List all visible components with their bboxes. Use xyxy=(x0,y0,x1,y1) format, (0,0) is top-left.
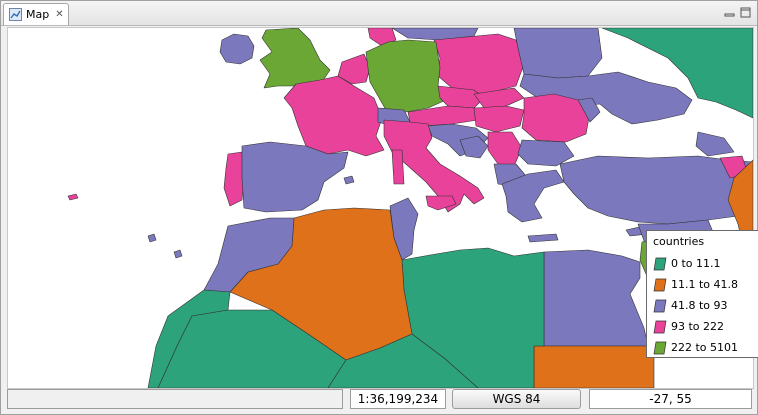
legend-swatch-icon xyxy=(653,299,667,312)
coordinate-readout: -27, 55 xyxy=(589,389,752,409)
country-great-britain[interactable] xyxy=(259,28,331,89)
tab-map-label: Map xyxy=(26,8,50,21)
legend-label: 11.1 to 41.8 xyxy=(671,278,739,291)
country-portugal[interactable] xyxy=(223,151,245,207)
legend-swatch-icon xyxy=(653,278,667,291)
map-legend: countries 0 to 11.1 11.1 to 41.8 41.8 to… xyxy=(646,230,758,358)
island-sardinia[interactable] xyxy=(391,149,405,185)
country-sudan[interactable] xyxy=(533,345,655,388)
country-hungary[interactable] xyxy=(473,105,525,133)
status-message xyxy=(7,389,343,409)
minimize-icon[interactable] xyxy=(724,7,735,18)
country-georgia[interactable] xyxy=(695,131,735,157)
legend-swatch-icon xyxy=(653,320,667,333)
tab-map[interactable]: Map ✕ xyxy=(3,3,69,25)
country-france[interactable] xyxy=(283,75,385,157)
tab-bar: Map ✕ xyxy=(1,1,757,26)
country-bulgaria[interactable] xyxy=(517,139,575,167)
island-canary-2[interactable] xyxy=(173,249,183,259)
legend-label: 0 to 11.1 xyxy=(671,257,721,270)
island-balearic[interactable] xyxy=(343,175,355,185)
legend-title: countries xyxy=(653,235,705,248)
country-belarus[interactable] xyxy=(513,28,603,79)
country-poland[interactable] xyxy=(433,33,525,95)
legend-item: 93 to 222 xyxy=(653,316,758,337)
map-canvas[interactable] xyxy=(7,27,754,389)
legend-item: 0 to 11.1 xyxy=(653,253,758,274)
close-icon[interactable]: ✕ xyxy=(55,9,63,20)
island-madeira[interactable] xyxy=(67,193,79,201)
map-icon xyxy=(9,8,22,21)
country-serbia[interactable] xyxy=(487,131,523,167)
legend-label: 222 to 5101 xyxy=(671,341,739,354)
maximize-icon[interactable] xyxy=(740,7,751,18)
legend-label: 41.8 to 93 xyxy=(671,299,728,312)
island-canary[interactable] xyxy=(147,233,157,243)
country-germany[interactable] xyxy=(365,39,447,113)
island-crete[interactable] xyxy=(527,233,559,243)
legend-item: 11.1 to 41.8 xyxy=(653,274,758,295)
map-window: Map ✕ countries 0 to 11.1 11.1 to 41.8 4… xyxy=(0,0,758,415)
country-ireland[interactable] xyxy=(219,33,255,65)
legend-swatch-icon xyxy=(653,341,667,354)
legend-label: 93 to 222 xyxy=(671,320,725,333)
crs-button[interactable]: WGS 84 xyxy=(452,389,581,409)
country-egypt[interactable] xyxy=(543,249,649,347)
legend-item: 222 to 5101 xyxy=(653,337,758,358)
legend-swatch-icon xyxy=(653,257,667,270)
legend-item: 41.8 to 93 xyxy=(653,295,758,316)
status-bar: 1:36,199,234 WGS 84 -27, 55 xyxy=(7,389,752,411)
map-svg[interactable] xyxy=(8,28,753,388)
scale-readout[interactable]: 1:36,199,234 xyxy=(350,389,446,409)
